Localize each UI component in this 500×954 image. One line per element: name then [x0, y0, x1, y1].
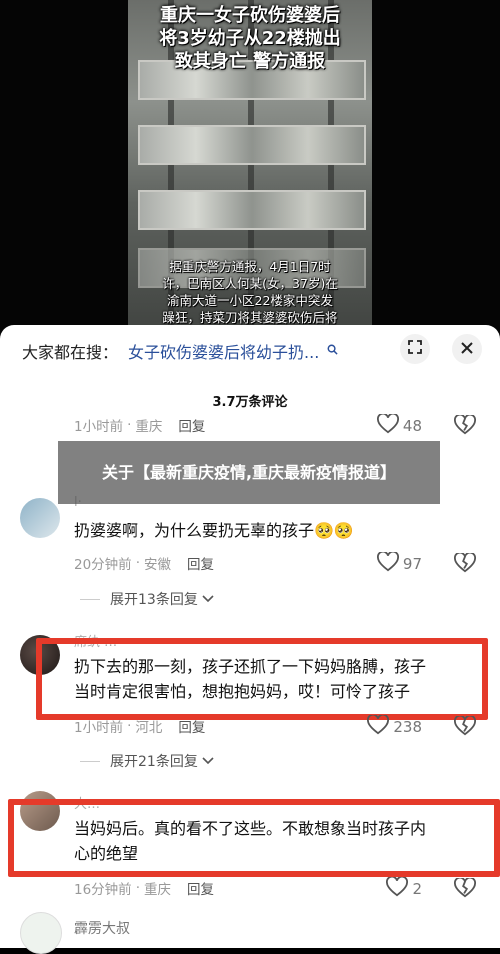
building-floor	[138, 190, 366, 230]
comment-text: 扔婆婆啊，为什么要扔无辜的孩子🥺🥺	[74, 521, 354, 540]
reply-button[interactable]: 回复	[178, 415, 205, 435]
comment-meta: 16分钟前 · 重庆 回复	[74, 878, 214, 898]
comment-meta: 1小时前 · 河北 回复	[74, 716, 206, 736]
like-button[interactable]: 238	[367, 713, 422, 739]
dislike-button[interactable]	[454, 551, 476, 577]
video-title-line: 将3岁幼子从22楼抛出	[159, 28, 341, 49]
like-count: 97	[402, 555, 422, 573]
divider	[80, 760, 100, 762]
comment-text-line: 扔下去的那一刻，孩子还抓了一下妈妈胳膊，孩子	[74, 657, 427, 676]
comment-location: 重庆	[135, 419, 163, 435]
video-player[interactable]: 重庆一女子砍伤婆婆后 将3岁幼子从22楼抛出 致其身亡 警方通报 据重庆警方通报…	[0, 0, 500, 340]
comment-location: 河北	[135, 720, 163, 736]
building-floor	[138, 125, 366, 165]
chevron-down-icon	[202, 591, 214, 607]
comment-text: 当妈妈后。真的看不了这些。不敢想象当时孩子内 心的绝望	[74, 816, 426, 866]
video-caption-line: 渝南大道一小区22楼家中突发	[167, 293, 333, 308]
search-suggestion[interactable]: 大家都在搜： 女子砍伤婆婆后将幼子扔...	[22, 339, 338, 363]
broken-heart-icon	[454, 714, 476, 740]
broken-heart-icon	[454, 876, 476, 902]
video-title: 重庆一女子砍伤婆婆后 将3岁幼子从22楼抛出 致其身亡 警方通报	[128, 4, 372, 73]
video-frame[interactable]: 重庆一女子砍伤婆婆后 将3岁幼子从22楼抛出 致其身亡 警方通报 据重庆警方通报…	[128, 0, 372, 340]
comment-text-line: 当妈妈后。真的看不了这些。不敢想象当时孩子内	[74, 819, 427, 838]
dislike-button[interactable]	[454, 413, 476, 439]
dislike-button[interactable]	[454, 714, 476, 740]
heart-icon	[376, 412, 399, 438]
like-count: 2	[412, 880, 422, 898]
reply-button[interactable]: 回复	[187, 878, 214, 898]
comment-username[interactable]: 霹雳大叔	[74, 918, 130, 938]
heart-icon	[367, 713, 390, 739]
like-button[interactable]: 48	[376, 412, 422, 438]
broken-heart-icon	[454, 551, 476, 577]
comment-count: 3.7万条评论	[212, 395, 288, 410]
video-title-line: 致其身亡 警方通报	[174, 51, 326, 72]
comment-time: 1小时前	[74, 720, 124, 736]
like-button[interactable]: 2	[386, 875, 422, 901]
search-query-link[interactable]: 女子砍伤婆婆后将幼子扔...	[128, 339, 319, 363]
comment-text-line: 当时肯定很害怕，想抱抱妈妈，哎！可怜了孩子	[74, 682, 411, 701]
comment-location: 重庆	[143, 882, 171, 898]
like-count: 238	[393, 718, 422, 736]
video-title-line: 重庆一女子砍伤婆婆后	[160, 5, 340, 26]
title-overlay-banner: 关于【最新重庆疫情,重庆最新疫情报道】	[58, 441, 440, 504]
comment-location: 安徽	[143, 557, 171, 573]
fullscreen-icon	[407, 339, 423, 359]
comment-time: 20分钟前	[74, 557, 132, 573]
search-prefix: 大家都在搜：	[22, 343, 119, 362]
expand-fullscreen-button[interactable]	[400, 334, 430, 364]
avatar[interactable]	[20, 498, 60, 538]
comment-time: 1小时前	[74, 419, 124, 435]
heart-icon	[376, 550, 399, 576]
reply-button[interactable]: 回复	[187, 553, 214, 573]
video-caption-line: 许，巴南区人何某(女，37岁)在	[162, 276, 338, 291]
comment-text-line: 心的绝望	[74, 844, 139, 863]
expand-replies-button[interactable]: 展开21条回复	[80, 751, 214, 771]
video-caption: 据重庆警方通报，4月1日7时 许，巴南区人何某(女，37岁)在 渝南大道一小区2…	[128, 258, 372, 326]
close-icon	[460, 340, 474, 359]
comment-meta: 20分钟前 · 安徽 回复	[74, 553, 214, 573]
reply-button[interactable]: 回复	[178, 716, 205, 736]
comment-meta: 1小时前 · 重庆 回复	[74, 415, 206, 435]
comment-text: 扔下去的那一刻，孩子还抓了一下妈妈胳膊，孩子 当时肯定很害怕，想抱抱妈妈，哎！可…	[74, 654, 426, 704]
expand-replies-label: 展开13条回复	[110, 592, 198, 608]
comment-sheet: 大家都在搜： 女子砍伤婆婆后将幼子扔... 3.7万条评论 1小时前 · 重庆 …	[0, 325, 500, 954]
expand-replies-label: 展开21条回复	[110, 754, 198, 770]
video-caption-line: 躁狂，持菜刀将其婆婆砍伤后将	[162, 310, 338, 325]
dislike-button[interactable]	[454, 876, 476, 902]
like-button[interactable]: 97	[376, 550, 422, 576]
search-icon[interactable]	[327, 344, 338, 358]
video-caption-line: 据重庆警方通报，4月1日7时	[169, 259, 331, 274]
divider	[80, 598, 100, 600]
chevron-down-icon	[202, 753, 214, 769]
close-button[interactable]	[452, 334, 482, 364]
like-count: 48	[402, 417, 422, 435]
comment-time: 16分钟前	[74, 882, 132, 898]
heart-icon	[386, 875, 409, 901]
expand-replies-button[interactable]: 展开13条回复	[80, 589, 214, 609]
broken-heart-icon	[454, 413, 476, 439]
